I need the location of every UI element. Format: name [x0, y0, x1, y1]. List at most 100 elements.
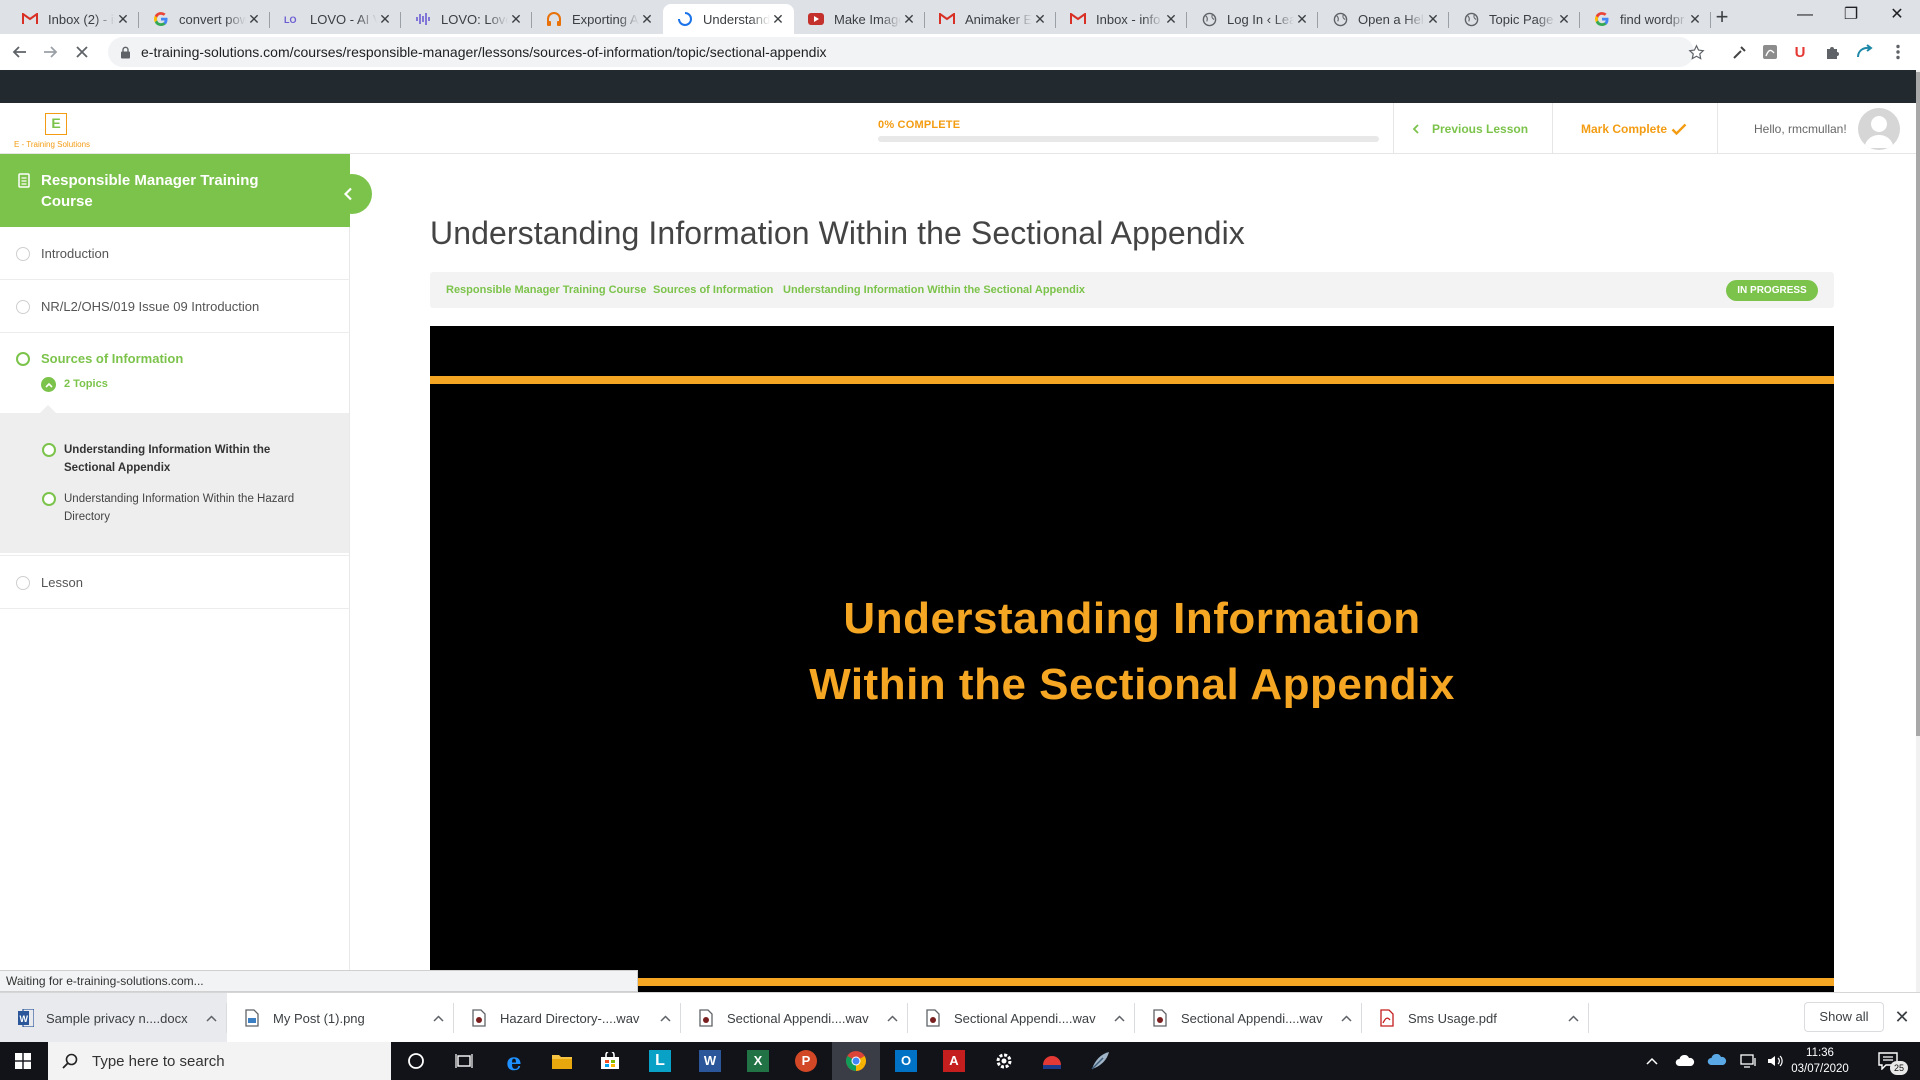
browser-tab[interactable]: Understandi ✕ — [663, 4, 794, 34]
site-logo[interactable]: E E - Training Solutions — [14, 110, 104, 150]
chevron-up-icon[interactable] — [660, 1014, 676, 1022]
menu-kebab-icon[interactable] — [1888, 42, 1908, 62]
close-download-shelf-button[interactable]: ✕ — [1890, 1004, 1914, 1030]
close-tab-icon[interactable]: ✕ — [1556, 11, 1572, 28]
forward-button[interactable] — [36, 38, 64, 66]
avatar[interactable] — [1858, 108, 1900, 150]
excel-icon[interactable]: X — [734, 1042, 782, 1080]
browser-tab[interactable]: Inbox - info ✕ — [1056, 4, 1187, 34]
browser-tab[interactable]: Topic Page C✕ — [1449, 4, 1580, 34]
close-tab-icon[interactable]: ✕ — [1687, 11, 1703, 28]
minimize-button[interactable]: — — [1782, 0, 1828, 32]
close-window-button[interactable]: ✕ — [1874, 0, 1920, 32]
app-icon-red-blue[interactable] — [1028, 1042, 1076, 1080]
new-tab-button[interactable]: + — [1708, 4, 1736, 32]
download-item[interactable]: Sectional Appendi....wav — [908, 993, 1135, 1043]
chevron-up-icon[interactable] — [887, 1014, 903, 1022]
sidebar-item-lesson[interactable]: Lesson — [0, 555, 350, 609]
store-icon[interactable] — [586, 1042, 634, 1080]
browser-tab[interactable]: convert pow ✕ — [139, 4, 270, 34]
edge-icon[interactable]: e — [490, 1042, 538, 1080]
settings-gear-icon[interactable] — [980, 1042, 1028, 1080]
pdf-extension-icon[interactable] — [1760, 42, 1780, 62]
task-view-icon[interactable] — [440, 1042, 488, 1080]
u-extension-icon[interactable]: U — [1790, 42, 1810, 62]
browser-tab[interactable]: LOVO: Love ✕ — [401, 4, 532, 34]
taskbar-clock[interactable]: 11:36 03/07/2020 — [1782, 1045, 1858, 1077]
lovo-app-icon[interactable]: L — [636, 1042, 684, 1080]
download-filename: Sectional Appendi....wav — [1181, 1010, 1323, 1026]
download-item[interactable]: Sms Usage.pdf — [1362, 993, 1589, 1043]
close-tab-icon[interactable]: ✕ — [1294, 11, 1310, 28]
browser-tab[interactable]: Animaker Er ✕ — [925, 4, 1056, 34]
chevron-up-icon[interactable] — [1568, 1014, 1584, 1022]
chrome-icon[interactable] — [832, 1042, 880, 1080]
restore-button[interactable]: ❐ — [1828, 0, 1874, 32]
chevron-up-icon[interactable] — [206, 1014, 222, 1022]
download-item[interactable]: W Sample privacy n....docx — [0, 993, 227, 1043]
close-tab-icon[interactable]: ✕ — [1425, 11, 1441, 28]
sidebar-item-sources-of-information[interactable]: Sources of Information 2 Topics — [0, 333, 350, 413]
word-icon[interactable]: W — [686, 1042, 734, 1080]
bookmark-star-icon[interactable] — [1686, 42, 1706, 62]
download-item[interactable]: Sectional Appendi....wav — [1135, 993, 1362, 1043]
course-title[interactable]: Responsible Manager Training Course — [41, 170, 301, 212]
user-greeting[interactable]: Hello, rmcmullan! — [1754, 103, 1847, 154]
close-tab-icon[interactable]: ✕ — [115, 11, 131, 28]
breadcrumb-course[interactable]: Responsible Manager Training Course — [446, 284, 647, 296]
sidebar-item-nr-introduction[interactable]: NR/L2/OHS/019 Issue 09 Introduction — [0, 280, 350, 333]
browser-tab[interactable]: Open a Help ✕ — [1318, 4, 1449, 34]
sync-extension-icon[interactable] — [1854, 42, 1874, 62]
close-tab-icon[interactable]: ✕ — [901, 11, 917, 28]
acrobat-icon[interactable]: A — [930, 1042, 978, 1080]
download-item[interactable]: My Post (1).png — [227, 993, 454, 1043]
address-bar[interactable]: e-training-solutions.com/courses/respons… — [108, 37, 1694, 67]
scrollbar-thumb[interactable] — [1916, 72, 1920, 736]
outlook-icon[interactable]: O — [882, 1042, 930, 1080]
previous-lesson-button[interactable]: Previous Lesson — [1412, 103, 1528, 154]
browser-tab[interactable]: LO LOVO - AI Vo✕ — [270, 4, 401, 34]
cloud-sync-icon[interactable] — [1704, 1042, 1730, 1080]
collapse-sidebar-button[interactable] — [332, 174, 372, 214]
browser-tab[interactable]: find wordpr ✕ — [1580, 4, 1711, 34]
eyedropper-extension-icon[interactable] — [1730, 42, 1750, 62]
browser-tab[interactable]: Exporting Au ✕ — [532, 4, 663, 34]
close-tab-icon[interactable]: ✕ — [1032, 11, 1048, 28]
back-button[interactable] — [6, 38, 34, 66]
chevron-up-icon[interactable] — [41, 377, 56, 392]
topics-count[interactable]: 2 Topics — [64, 378, 108, 390]
close-tab-icon[interactable]: ✕ — [377, 11, 393, 28]
chevron-up-icon[interactable] — [433, 1014, 449, 1022]
download-item[interactable]: Hazard Directory-....wav — [454, 993, 681, 1043]
topic-item-hazard-directory[interactable]: Understanding Information Within the Haz… — [42, 490, 302, 526]
browser-tab[interactable]: Make Image ✕ — [794, 4, 925, 34]
browser-tab[interactable]: Log In ‹ Lear ✕ — [1187, 4, 1318, 34]
sidebar-item-introduction[interactable]: Introduction — [0, 227, 350, 280]
close-tab-icon[interactable]: ✕ — [246, 11, 262, 28]
network-icon[interactable] — [1736, 1042, 1762, 1080]
download-item[interactable]: Sectional Appendi....wav — [681, 993, 908, 1043]
chevron-up-icon[interactable] — [1341, 1014, 1357, 1022]
chevron-up-icon[interactable] — [1114, 1014, 1130, 1022]
stop-loading-button[interactable] — [68, 38, 96, 66]
browser-tab[interactable]: Inbox (2) - in ✕ — [8, 4, 139, 34]
breadcrumb-topic[interactable]: Understanding Information Within the Sec… — [783, 284, 1085, 296]
file-explorer-icon[interactable] — [538, 1042, 586, 1080]
onedrive-cloud-icon[interactable] — [1672, 1042, 1698, 1080]
start-button[interactable] — [0, 1042, 46, 1080]
close-tab-icon[interactable]: ✕ — [770, 11, 786, 28]
powerpoint-icon[interactable]: P — [782, 1042, 830, 1080]
taskbar-search-input[interactable]: Type here to search — [48, 1042, 391, 1080]
tray-chevron-up-icon[interactable] — [1640, 1042, 1664, 1080]
close-tab-icon[interactable]: ✕ — [1163, 11, 1179, 28]
notification-center-button[interactable]: 25 — [1866, 1042, 1910, 1080]
puzzle-extensions-icon[interactable] — [1822, 42, 1842, 62]
cortana-icon[interactable] — [392, 1042, 440, 1080]
app-icon-feather[interactable] — [1076, 1042, 1124, 1080]
close-tab-icon[interactable]: ✕ — [639, 11, 655, 28]
mark-complete-button[interactable]: Mark Complete — [1581, 103, 1687, 154]
breadcrumb-lesson[interactable]: Sources of Information — [653, 284, 773, 296]
close-tab-icon[interactable]: ✕ — [508, 11, 524, 28]
topic-item-sectional-appendix[interactable]: Understanding Information Within the Sec… — [42, 441, 302, 477]
show-all-downloads-button[interactable]: Show all — [1804, 1002, 1884, 1032]
